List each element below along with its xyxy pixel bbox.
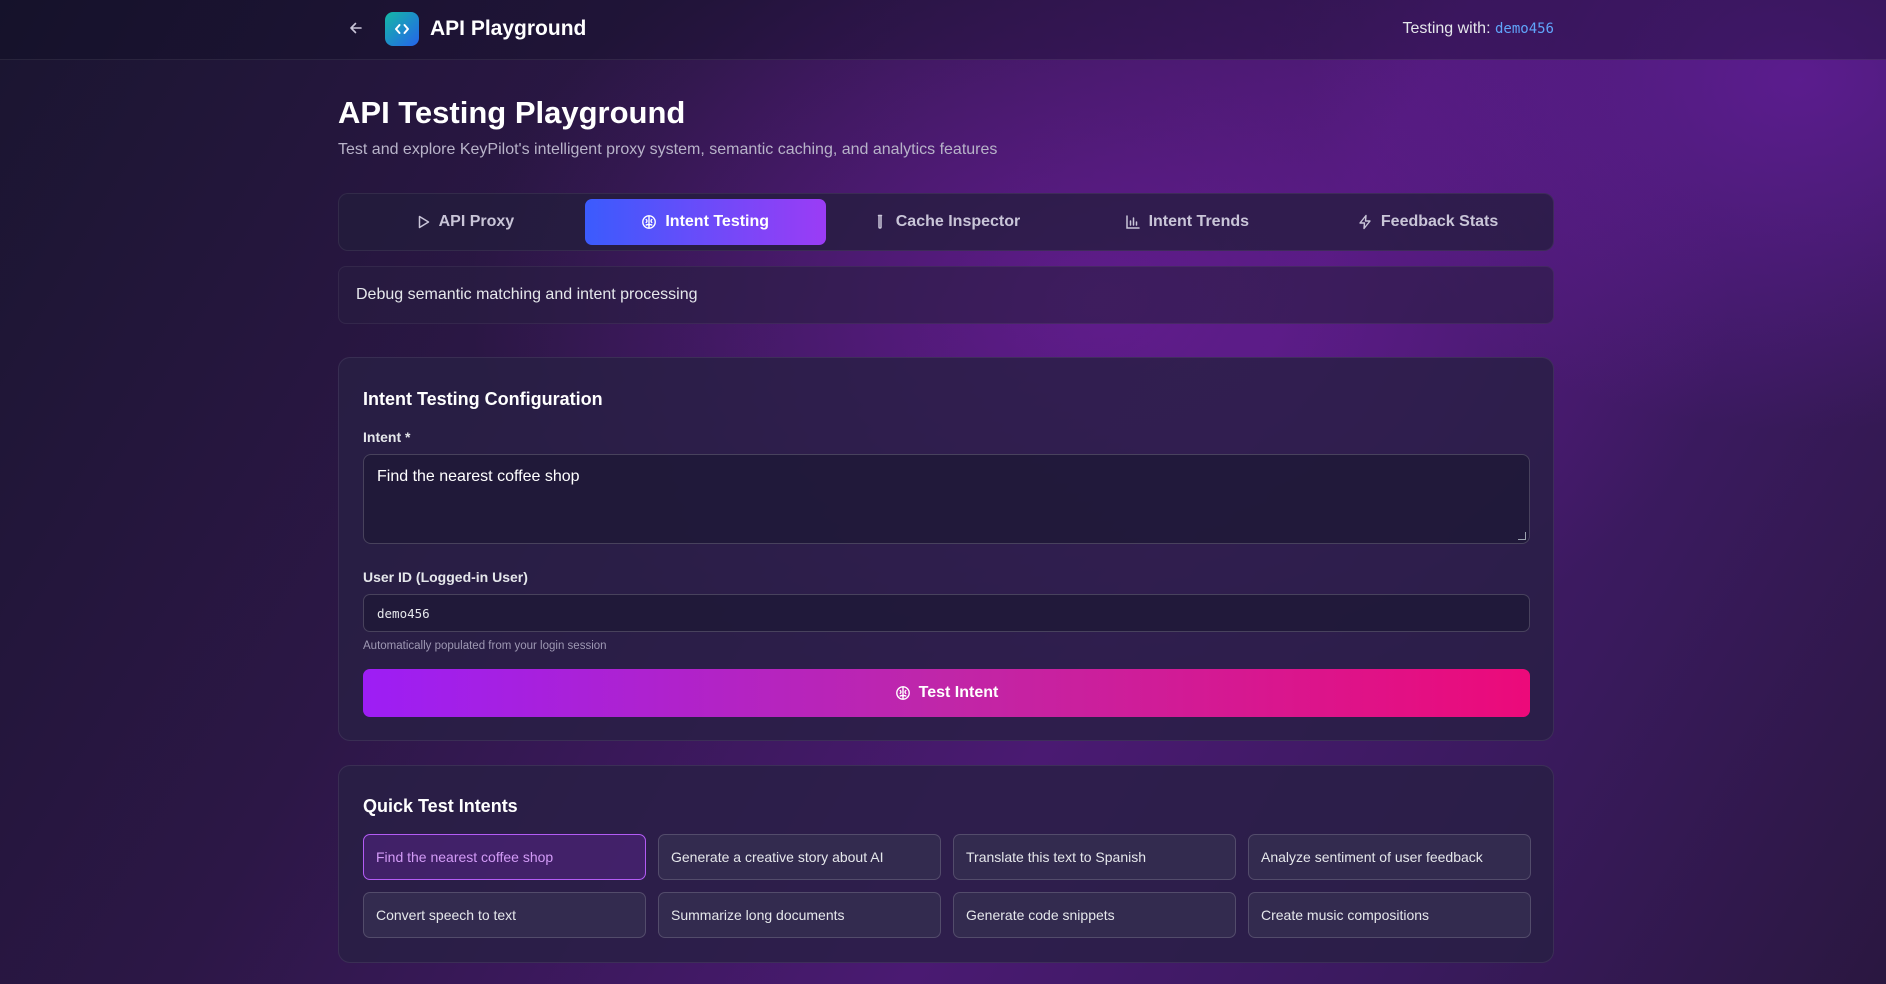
quick-intent-item[interactable]: Generate a creative story about AI	[658, 834, 941, 880]
testing-with-label: Testing with:	[1402, 20, 1491, 37]
test-tube-icon	[877, 214, 882, 229]
back-button[interactable]	[344, 16, 368, 40]
test-intent-button[interactable]: Test Intent	[363, 669, 1530, 717]
code-icon	[395, 24, 409, 34]
arrow-left-icon	[350, 22, 362, 34]
quick-intent-item[interactable]: Find the nearest coffee shop	[363, 834, 646, 880]
tab-intent-trends[interactable]: Intent Trends	[1066, 199, 1307, 245]
app-logo	[385, 12, 419, 46]
quick-intents-card: Quick Test Intents Find the nearest coff…	[338, 765, 1554, 963]
intent-label: Intent *	[363, 429, 411, 445]
testing-with: Testing with: demo456	[1402, 19, 1554, 39]
tab-label: Cache Inspector	[895, 213, 1021, 230]
tab-intent-testing[interactable]: Intent Testing	[584, 199, 826, 245]
page-title: API Testing Playground	[338, 95, 686, 130]
brain-icon	[895, 686, 910, 700]
quick-intent-list: Find the nearest coffee shop Generate a …	[363, 834, 1531, 938]
tab-feedback-stats[interactable]: Feedback Stats	[1307, 199, 1548, 245]
quick-intent-item[interactable]: Create music compositions	[1248, 892, 1531, 938]
bar-chart-icon	[1125, 215, 1140, 229]
play-icon	[418, 215, 429, 229]
zap-icon	[1359, 214, 1371, 230]
user-id-value: demo456	[377, 605, 430, 621]
tab-label: Feedback Stats	[1380, 213, 1499, 230]
quick-intent-item[interactable]: Summarize long documents	[658, 892, 941, 938]
intent-value: Find the nearest coffee shop	[377, 468, 580, 485]
resize-handle[interactable]	[1518, 532, 1526, 540]
testing-with-user: demo456	[1494, 21, 1554, 37]
intent-textarea[interactable]: Find the nearest coffee shop	[363, 454, 1530, 544]
user-id-hint: Automatically populated from your login …	[363, 640, 607, 652]
tab-label: Intent Trends	[1148, 213, 1250, 230]
quick-intent-item[interactable]: Translate this text to Spanish	[953, 834, 1236, 880]
quick-intent-item[interactable]: Analyze sentiment of user feedback	[1248, 834, 1531, 880]
app-title: API Playground	[430, 17, 587, 40]
tab-label: API Proxy	[438, 213, 515, 230]
test-intent-label: Test Intent	[918, 684, 999, 701]
tab-label: Intent Testing	[665, 213, 770, 230]
tab-api-proxy[interactable]: API Proxy	[344, 199, 585, 245]
config-title: Intent Testing Configuration	[363, 389, 603, 409]
user-id-label: User ID (Logged-in User)	[363, 569, 528, 585]
tab-cache-inspector[interactable]: Cache Inspector	[826, 199, 1067, 245]
page-subtitle: Test and explore KeyPilot's intelligent …	[338, 141, 998, 158]
user-id-input[interactable]: demo456	[363, 594, 1530, 632]
quick-intent-item[interactable]: Generate code snippets	[953, 892, 1236, 938]
tab-description: Debug semantic matching and intent proce…	[338, 266, 1554, 324]
brain-icon	[642, 215, 657, 229]
intent-config-card: Intent Testing Configuration Intent * Fi…	[338, 357, 1554, 741]
top-bar: API Playground Testing with: demo456	[0, 0, 1886, 60]
quick-title: Quick Test Intents	[363, 796, 518, 816]
quick-intent-item[interactable]: Convert speech to text	[363, 892, 646, 938]
tab-bar: API Proxy Intent Testing Cache Inspector…	[338, 193, 1554, 251]
